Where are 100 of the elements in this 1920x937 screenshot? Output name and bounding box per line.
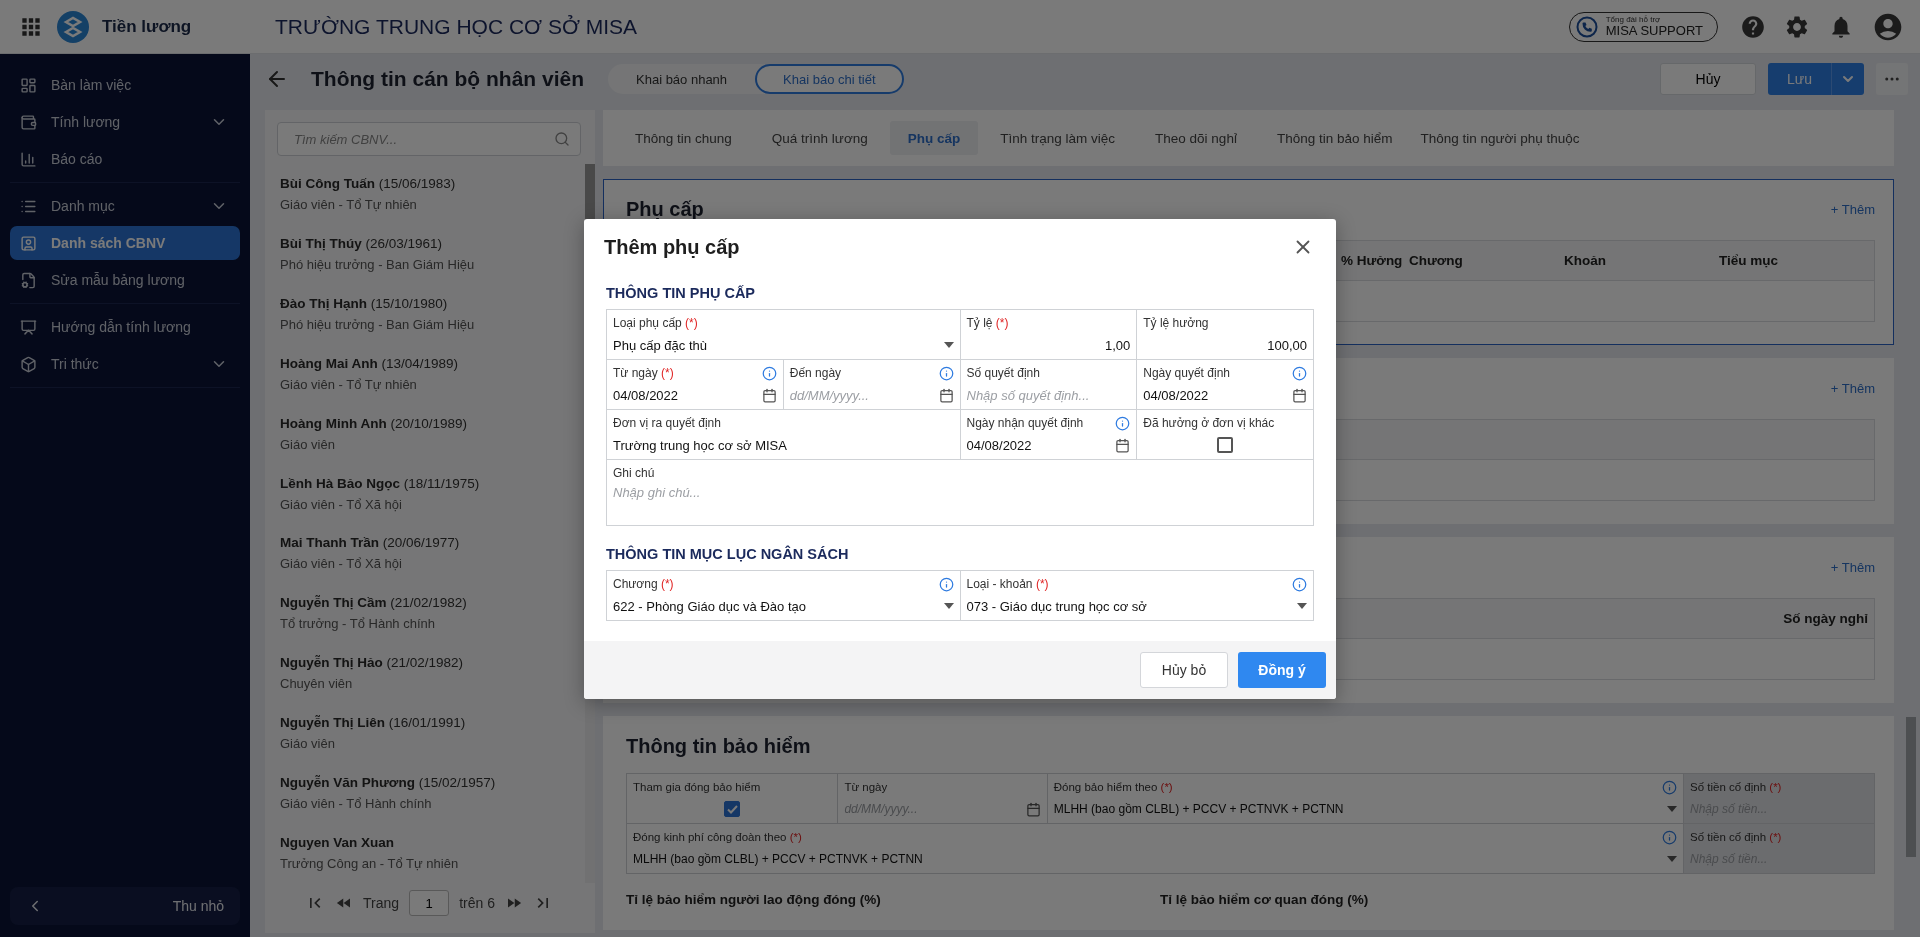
help-icon[interactable] xyxy=(1740,13,1766,40)
select-field[interactable]: 622 - Phòng Giáo dục và Đào tạo xyxy=(613,598,938,614)
column-header: Số ngày nghỉ xyxy=(1782,611,1869,626)
employee-name[interactable]: Nguyen Van Xuan xyxy=(280,835,585,851)
info-icon[interactable] xyxy=(938,576,954,592)
cancel-button[interactable]: Hủy bỏ xyxy=(1140,652,1228,688)
confirm-button[interactable]: Đồng ý xyxy=(1238,652,1326,688)
employee-name[interactable]: Mai Thanh Trần (20/06/1977) xyxy=(280,535,585,551)
sidebar-item[interactable]: Tính lương xyxy=(10,105,240,139)
select-field[interactable]: Phụ cấp đặc thù xyxy=(613,337,938,353)
info-icon[interactable] xyxy=(1662,779,1677,795)
number-field[interactable]: 100,00 xyxy=(1143,337,1307,353)
caret-icon[interactable] xyxy=(943,603,954,609)
column-header: Tiểu mục xyxy=(1719,253,1780,268)
sidebar-item[interactable]: Tri thức xyxy=(10,347,240,381)
add-link[interactable]: + Thêm xyxy=(1830,559,1875,575)
field-label: Số tiền cố định (*) xyxy=(1690,831,1782,843)
number-field[interactable]: 1,00 xyxy=(966,337,1131,353)
collapse-button[interactable]: Thu nhỏ xyxy=(10,887,240,925)
tab[interactable]: Tình trạng làm việc xyxy=(982,121,1134,155)
date-field[interactable]: 04/08/2022 xyxy=(966,437,1110,453)
tab[interactable]: Theo dõi nghỉ xyxy=(1137,121,1255,155)
date-field[interactable]: 04/08/2022 xyxy=(1143,387,1286,403)
tab[interactable]: Thông tin bảo hiểm xyxy=(1258,121,1411,155)
search-icon[interactable] xyxy=(554,131,570,147)
checkbox[interactable] xyxy=(724,801,741,817)
employee-role: Giáo viên - Tổ Xã hội xyxy=(280,556,403,572)
tab[interactable]: Phụ cấp xyxy=(889,121,979,155)
mode-tab[interactable]: Khai báo chi tiết xyxy=(755,64,904,94)
section-heading: THÔNG TIN MỤC LỤC NGÂN SÁCH xyxy=(606,544,850,564)
field-label: Số tiền cố định (*) xyxy=(1690,781,1782,793)
field-label: Chương (*) xyxy=(613,577,674,591)
employee-name[interactable]: Bùi Thị Thúy (26/03/1961) xyxy=(280,235,585,251)
wallet-icon xyxy=(20,113,37,131)
tab[interactable]: Quá trình lương xyxy=(753,121,886,155)
calendar-icon[interactable] xyxy=(1115,437,1131,453)
employee-name[interactable]: Nguyễn Thị Cầm (21/02/1982) xyxy=(280,595,585,611)
employee-role: Trưởng Công an - Tổ Tự nhiên xyxy=(280,856,460,872)
sidebar-item[interactable]: Danh sách CBNV xyxy=(10,226,240,260)
date-field[interactable]: 04/08/2022 xyxy=(613,387,756,403)
caret-icon[interactable] xyxy=(1667,856,1677,862)
caret-icon[interactable] xyxy=(943,342,954,348)
info-icon[interactable] xyxy=(1292,576,1307,592)
employee-name[interactable]: Đào Thị Hạnh (15/10/1980) xyxy=(280,295,585,311)
sidebar-item[interactable]: Hướng dẫn tính lương xyxy=(10,310,240,344)
info-icon[interactable] xyxy=(761,365,777,381)
phone-icon xyxy=(1575,15,1598,38)
search-input[interactable]: Tìm kiếm CBNV... xyxy=(292,130,554,148)
chart-icon xyxy=(20,150,37,168)
search-field[interactable]: Tìm kiếm CBNV... xyxy=(277,122,581,156)
save-button[interactable]: Lưu xyxy=(1768,63,1832,95)
employee-role: Giáo viên xyxy=(280,736,336,752)
column-header: Khoản xyxy=(1564,253,1607,268)
employee-name[interactable]: Nguyễn Thị Liên (16/01/1991) xyxy=(280,715,585,731)
section-heading: THÔNG TIN PHỤ CẤP xyxy=(606,283,757,303)
sidebar-item[interactable]: Báo cáo xyxy=(10,142,240,176)
employee-role: Phó hiệu trưởng - Ban Giám Hiệu xyxy=(280,316,476,332)
info-icon[interactable] xyxy=(1292,365,1307,381)
tab[interactable]: Thông tin chung xyxy=(617,121,750,155)
select-field[interactable]: 073 - Giáo dục trung học cơ sở xyxy=(966,598,1291,614)
file-gear-icon xyxy=(20,271,37,289)
checkbox[interactable] xyxy=(1217,437,1234,453)
date-field[interactable]: dd/MM/yyyy... xyxy=(789,387,933,403)
save-menu-button[interactable] xyxy=(1832,63,1864,95)
field-label: Đóng kinh phí công đoàn theo (*) xyxy=(633,831,802,843)
user-card-icon xyxy=(20,234,37,252)
employee-name[interactable]: Hoàng Mai Anh (13/04/1989) xyxy=(280,355,585,371)
employee-name[interactable]: Nguyễn Văn Phương (15/02/1957) xyxy=(280,775,585,791)
dialog-title: Thêm phụ cấp xyxy=(604,235,740,259)
employee-name[interactable]: Bùi Công Tuấn (15/06/1983) xyxy=(280,175,585,191)
add-link[interactable]: + Thêm xyxy=(1830,201,1875,217)
text-field[interactable]: Nhập số quyết định... xyxy=(966,387,1131,403)
employee-name[interactable]: Hoàng Minh Anh (20/10/1989) xyxy=(280,415,585,431)
employee-name[interactable]: Nguyễn Thị Hảo (21/02/1982) xyxy=(280,655,585,671)
tab[interactable]: Thông tin người phụ thuộc xyxy=(1414,121,1586,155)
select-field[interactable]: MLHH (bao gồm CLBL) + PCCV + PCTNVK + PCTNN xyxy=(633,852,1661,866)
caret-icon[interactable] xyxy=(1667,806,1677,812)
mode-tab[interactable]: Khai báo nhanh xyxy=(608,64,756,94)
sidebar-item[interactable]: Danh mục xyxy=(10,189,240,223)
employee-role: Giáo viên - Tổ Tự nhiên xyxy=(280,376,418,392)
cancel-button[interactable]: Hủy xyxy=(1660,63,1756,95)
calendar-icon[interactable] xyxy=(1292,387,1307,403)
scrollbar-thumb[interactable] xyxy=(1906,717,1916,857)
calendar-icon[interactable] xyxy=(938,387,954,403)
calendar-icon[interactable] xyxy=(1025,801,1041,817)
info-icon[interactable] xyxy=(938,365,954,381)
caret-icon[interactable] xyxy=(1297,603,1307,609)
info-icon[interactable] xyxy=(1115,415,1131,431)
info-icon[interactable] xyxy=(1662,829,1677,845)
note-field[interactable]: Nhập ghi chú... xyxy=(613,485,1307,521)
add-link[interactable]: + Thêm xyxy=(1830,380,1875,396)
calendar-icon[interactable] xyxy=(761,387,777,403)
page-input[interactable]: 1 xyxy=(409,890,450,916)
field-label: Số quyết định xyxy=(966,366,1040,380)
text-field[interactable]: Trường trung học cơ sở MISA xyxy=(613,437,954,453)
employee-role: Giáo viên - Tổ Hành chính xyxy=(280,796,433,812)
employee-name[interactable]: Lềnh Hà Bảo Ngọc (18/11/1975) xyxy=(280,475,585,491)
sidebar-item[interactable]: Bàn làm việc xyxy=(10,68,240,102)
select-field[interactable]: MLHH (bao gồm CLBL) + PCCV + PCTNVK + PCTNN xyxy=(1053,802,1661,816)
sidebar-item[interactable]: Sửa mẫu bảng lương xyxy=(10,263,240,297)
